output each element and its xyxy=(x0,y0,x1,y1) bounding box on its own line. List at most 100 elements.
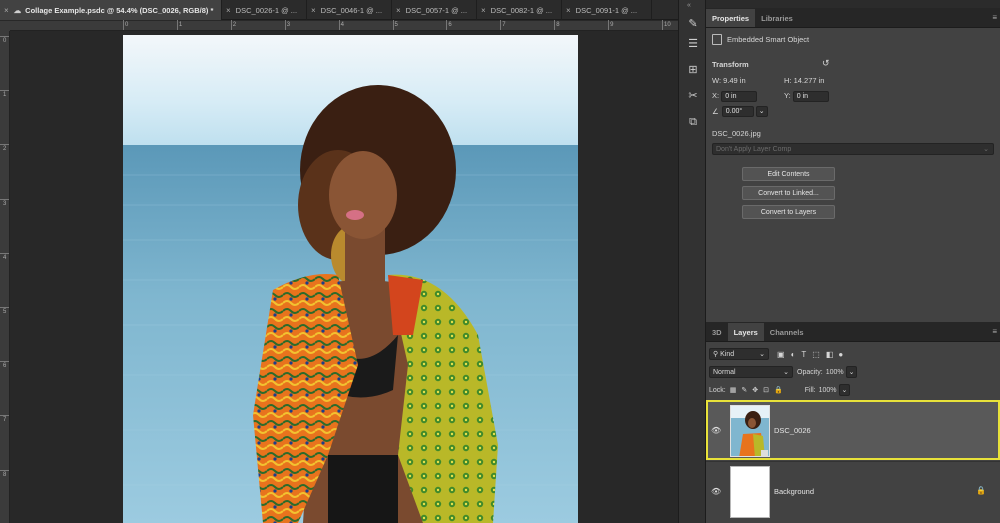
ruler-tick xyxy=(230,20,232,30)
canvas-area[interactable] xyxy=(11,32,678,523)
ruler-corner[interactable] xyxy=(0,21,10,31)
visibility-eye-icon[interactable]: 👁 xyxy=(711,426,721,435)
ruler-tick xyxy=(123,20,124,30)
reset-transform-icon[interactable]: ↺ xyxy=(822,58,830,69)
adjustment-filter-icon[interactable]: ◐ xyxy=(791,350,796,359)
layer-name[interactable]: Background xyxy=(774,487,814,496)
lock-artboard-icon[interactable]: ⊡ xyxy=(763,386,769,394)
horizontal-ruler[interactable]: 0 1 2 3 4 5 6 7 8 9 10 xyxy=(10,20,678,31)
tab-label: DSC_0091-1 @ ... xyxy=(575,5,638,15)
layer-name[interactable]: DSC_0026 xyxy=(774,426,811,435)
angle-icon: ∠ xyxy=(712,107,719,116)
filter-kind-select[interactable]: ⚲ Kind ⌄ xyxy=(709,348,769,360)
lock-position-icon[interactable]: ✥ xyxy=(752,386,758,394)
tab-dsc-0046[interactable]: × DSC_0046-1 @ ... xyxy=(307,0,392,20)
x-label: X: xyxy=(712,91,720,100)
smart-object-filter-icon[interactable]: ◧ xyxy=(826,350,834,359)
ruler-tick xyxy=(0,469,9,471)
ruler-tick xyxy=(500,20,502,30)
layers-tab-bar: 3D Layers Channels ≡ xyxy=(706,322,1000,342)
ruler-label: 0 xyxy=(125,22,129,28)
chevron-down-icon[interactable]: ⌄ xyxy=(755,106,768,117)
vertical-ruler[interactable]: 0 1 2 3 4 5 6 7 8 xyxy=(0,31,10,523)
fill-label: Fill: xyxy=(804,386,816,394)
ruler-tick xyxy=(176,20,178,30)
ruler-tick xyxy=(338,20,340,30)
tab-dsc-0057[interactable]: × DSC_0057-1 @ ... xyxy=(392,0,477,20)
edit-contents-button[interactable]: Edit Contents xyxy=(742,167,835,181)
ruler-tick xyxy=(0,361,9,363)
layer-comp-select[interactable]: Don't Apply Layer Comp ⌄ xyxy=(712,143,994,155)
close-icon[interactable]: × xyxy=(4,6,9,15)
tab-label: DSC_0026-1 @ ... xyxy=(235,5,298,15)
close-icon[interactable]: × xyxy=(396,6,401,15)
height-label: H: xyxy=(784,76,792,85)
lock-label: Lock: xyxy=(709,386,726,394)
shape-filter-icon[interactable]: ⬚ xyxy=(812,350,820,359)
tab-dsc-0082[interactable]: × DSC_0082-1 @ ... xyxy=(477,0,562,20)
collapse-icon[interactable]: « xyxy=(687,2,691,9)
document-canvas[interactable] xyxy=(123,35,578,523)
blend-mode-select[interactable]: Normal ⌄ xyxy=(709,366,793,378)
ruler-label: 5 xyxy=(394,22,398,28)
pixel-filter-icon[interactable]: ▣ xyxy=(777,350,785,359)
chevron-down-icon[interactable]: ⌄ xyxy=(845,366,858,378)
angle-input[interactable]: 0.00° xyxy=(721,106,754,117)
clone-source-icon[interactable]: ⊞ xyxy=(685,62,701,78)
tool-presets-icon[interactable]: ✂ xyxy=(685,88,701,104)
tab-dsc-0091[interactable]: × DSC_0091-1 @ ... xyxy=(562,0,652,20)
close-icon[interactable]: × xyxy=(566,6,571,15)
ruler-tick xyxy=(0,36,9,37)
opacity-value[interactable]: 100% xyxy=(826,369,844,376)
height-value[interactable]: 14.277 in xyxy=(794,76,825,85)
lock-transparent-icon[interactable]: ▦ xyxy=(730,386,737,394)
ruler-label: 7 xyxy=(502,22,506,28)
history-icon[interactable]: ⧉ xyxy=(685,114,701,130)
layer-row-dsc-0026[interactable]: 👁 DSC_0026 xyxy=(706,400,1000,460)
ruler-label: 10 xyxy=(664,22,671,28)
ruler-tick xyxy=(446,20,448,30)
adjustments-icon[interactable]: ☰ xyxy=(685,36,701,52)
ruler-tick xyxy=(0,415,9,417)
layer-thumbnail xyxy=(730,405,770,457)
ruler-label: 1 xyxy=(3,92,7,99)
layer-row-background[interactable]: 👁 Background 🔒 xyxy=(706,461,1000,521)
y-label: Y: xyxy=(784,91,791,100)
ruler-label: 2 xyxy=(232,22,237,28)
ruler-tick xyxy=(608,20,610,30)
filter-toggle-icon[interactable]: ● xyxy=(838,350,843,359)
fill-value[interactable]: 100% xyxy=(819,387,837,394)
type-filter-icon[interactable]: T xyxy=(801,350,806,359)
y-input[interactable]: 0 in xyxy=(792,91,829,102)
tab-layers[interactable]: Layers xyxy=(727,323,764,341)
ruler-tick xyxy=(662,20,663,30)
tab-3d[interactable]: 3D xyxy=(706,323,728,341)
width-value[interactable]: 9.49 in xyxy=(723,76,746,85)
tab-collage-example[interactable]: × ☁ Collage Example.psdc @ 54.4% (DSC_00… xyxy=(0,0,222,20)
tab-properties[interactable]: Properties xyxy=(706,9,756,27)
lock-image-icon[interactable]: ✎ xyxy=(741,386,747,394)
lock-all-icon[interactable]: 🔒 xyxy=(774,386,783,394)
chevron-down-icon[interactable]: ⌄ xyxy=(838,384,851,396)
convert-to-layers-button[interactable]: Convert to Layers xyxy=(742,205,835,219)
tab-libraries[interactable]: Libraries xyxy=(755,9,799,27)
ruler-tick xyxy=(284,20,286,30)
convert-to-linked-button[interactable]: Convert to Linked... xyxy=(742,186,835,200)
ruler-label: 0 xyxy=(3,38,7,44)
panel-menu-icon[interactable]: ≡ xyxy=(992,13,997,22)
photo-image xyxy=(123,35,578,523)
tab-channels[interactable]: Channels xyxy=(764,323,810,341)
panel-menu-icon[interactable]: ≡ xyxy=(992,327,997,336)
brush-settings-icon[interactable]: ✎ xyxy=(685,16,701,32)
ruler-label: 6 xyxy=(448,22,452,28)
ruler-label: 6 xyxy=(3,363,7,370)
close-icon[interactable]: × xyxy=(481,6,486,15)
ruler-label: 4 xyxy=(340,22,344,28)
close-icon[interactable]: × xyxy=(311,6,316,15)
close-icon[interactable]: × xyxy=(226,6,231,15)
x-input[interactable]: 0 in xyxy=(721,91,758,102)
ruler-label: 9 xyxy=(610,22,614,28)
visibility-eye-icon[interactable]: 👁 xyxy=(711,487,721,496)
tab-dsc-0026[interactable]: × DSC_0026-1 @ ... xyxy=(222,0,307,20)
properties-panel: Properties Libraries ≡ Embedded Smart Ob… xyxy=(706,8,1000,324)
